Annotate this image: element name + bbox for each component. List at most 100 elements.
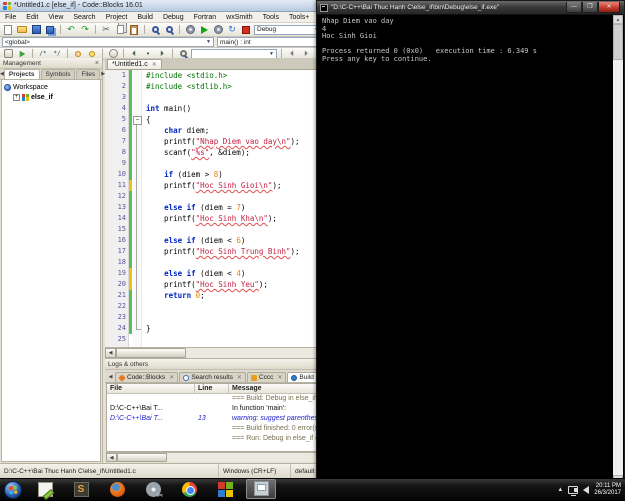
abort-button[interactable]	[240, 24, 252, 36]
column-header-line[interactable]: Line	[195, 384, 229, 393]
line-number: 6	[105, 125, 129, 136]
chevron-down-icon: ▼	[204, 39, 211, 45]
code-text: else if (diem < 4)	[142, 268, 245, 279]
close-icon[interactable]: ×	[95, 60, 99, 67]
menu-search[interactable]: Search	[68, 12, 100, 22]
taskbar-app-photo-viewer[interactable]	[246, 479, 276, 499]
editor-tab-label: *Untitled1.c	[112, 61, 148, 68]
menu-build[interactable]: Build	[132, 12, 158, 22]
console-scrollbar[interactable]: ▲ ▼	[613, 15, 623, 484]
fold-margin	[132, 334, 142, 345]
replace-button[interactable]	[163, 24, 175, 36]
fold-margin	[132, 103, 142, 114]
close-icon[interactable]: ✕	[277, 374, 282, 381]
menu-tools[interactable]: Tools+	[284, 12, 314, 22]
scroll-left-icon[interactable]: ◀	[106, 453, 117, 462]
windows-logo-icon	[9, 485, 18, 494]
fold-margin	[132, 301, 142, 312]
log-cell-file: D:\C-C++\Bai T...	[107, 404, 195, 414]
scrollbar-thumb[interactable]	[116, 348, 186, 358]
line-number: 17	[105, 246, 129, 257]
log-tab-search-results[interactable]: Search results✕	[179, 372, 246, 382]
management-caption[interactable]: Management ×	[0, 58, 102, 69]
taskbar-app-firefox[interactable]	[102, 479, 132, 501]
taskbar-apps: S	[30, 479, 276, 501]
scroll-up-icon[interactable]: ▲	[613, 15, 623, 24]
taskbar-app-chrome[interactable]	[174, 479, 204, 501]
editor-tab-untitled1[interactable]: *Untitled1.c ✕	[107, 59, 162, 69]
scope-combobox[interactable]: <global> ▼	[2, 37, 214, 47]
tree-item-else-if[interactable]: +else_if	[3, 92, 99, 102]
log-tab-cccc[interactable]: Cccc✕	[247, 372, 286, 382]
scroll-left-icon[interactable]: ◀	[105, 348, 116, 358]
sublime-icon: S	[74, 482, 89, 497]
redo-button[interactable]: ↷	[79, 24, 91, 36]
start-button[interactable]	[4, 481, 22, 499]
tabs-scroll-left-icon[interactable]: ◀	[107, 374, 114, 380]
fold-margin	[132, 136, 142, 147]
taskbar-app-codeblocks[interactable]	[210, 479, 240, 501]
log-tab-code-blocks[interactable]: Code::Blocks✕	[115, 372, 178, 382]
system-tray: ▲ 20:11 PM 26/3/2017	[557, 479, 625, 500]
menu-debug[interactable]: Debug	[158, 12, 189, 22]
build-button[interactable]	[184, 24, 196, 36]
paste-button[interactable]	[128, 24, 140, 36]
log-cell-line	[195, 404, 229, 414]
close-icon[interactable]: ✕	[237, 374, 242, 381]
tree-item-workspace[interactable]: Workspace	[3, 82, 99, 92]
management-tab-projects[interactable]: Projects	[4, 69, 40, 79]
menu-project[interactable]: Project	[101, 12, 133, 22]
build-target-combobox[interactable]: Debug ▼	[254, 25, 322, 35]
scrollbar-thumb[interactable]	[117, 453, 167, 462]
minimize-button[interactable]: —	[566, 2, 582, 13]
copy-button[interactable]	[114, 24, 126, 36]
build-and-run-button[interactable]	[212, 24, 224, 36]
taskbar-app-notepad[interactable]	[30, 479, 60, 501]
fold-margin	[132, 213, 142, 224]
log-cell-file: D:\C-C++\Bai T...	[107, 414, 195, 424]
close-icon[interactable]: ✕	[169, 374, 174, 381]
code-text: char diem;	[142, 125, 209, 136]
close-icon[interactable]: ✕	[152, 61, 157, 68]
save-all-button[interactable]	[44, 24, 56, 36]
fold-margin	[132, 81, 142, 92]
console-line: Press any key to continue.	[322, 56, 613, 64]
rebuild-button[interactable]: ↻	[226, 24, 238, 36]
incremental-search-input[interactable]: ▼	[191, 49, 277, 59]
tray-expand-icon[interactable]: ▲	[557, 487, 563, 493]
code-text: {	[142, 114, 151, 125]
undo-button[interactable]: ↶	[65, 24, 77, 36]
taskbar-app-media-tool[interactable]	[138, 479, 168, 501]
console-title-bar[interactable]: "D:\C-C++\Bai Thuc Hanh C\else_if\bin\De…	[317, 1, 624, 15]
cut-button[interactable]: ✂	[100, 24, 112, 36]
menu-file[interactable]: File	[0, 12, 21, 22]
expander-icon[interactable]: +	[13, 94, 20, 101]
speaker-icon[interactable]	[583, 486, 589, 494]
tray-clock[interactable]: 20:11 PM 26/3/2017	[594, 483, 621, 497]
fold-margin	[132, 246, 142, 257]
open-file-button[interactable]	[16, 24, 28, 36]
line-number: 16	[105, 235, 129, 246]
maximize-button[interactable]: ❐	[582, 2, 598, 13]
run-button[interactable]	[198, 24, 210, 36]
taskbar-app-sublime[interactable]: S	[66, 479, 96, 501]
menu-wxsmith[interactable]: wxSmith	[221, 12, 257, 22]
code-text: int main()	[142, 103, 191, 114]
scrollbar-thumb[interactable]	[613, 24, 623, 60]
new-file-button[interactable]	[2, 24, 14, 36]
save-button[interactable]	[30, 24, 42, 36]
fold-margin	[132, 125, 142, 136]
menu-tools[interactable]: Tools	[258, 12, 284, 22]
management-tab-files[interactable]: Files	[76, 69, 100, 79]
close-button[interactable]: ✕	[598, 2, 620, 13]
console-output[interactable]: Nhap Diem vao day4Hoc Sinh Gioi Process …	[318, 15, 613, 484]
code-text	[142, 257, 146, 268]
fold-toggle-icon[interactable]	[132, 114, 142, 125]
column-header-file[interactable]: File	[107, 384, 195, 393]
management-tab-symbols[interactable]: Symbols	[41, 69, 76, 79]
cb-log-icon	[118, 374, 125, 381]
menu-view[interactable]: View	[43, 12, 68, 22]
find-button[interactable]	[149, 24, 161, 36]
menu-fortran[interactable]: Fortran	[189, 12, 222, 22]
menu-edit[interactable]: Edit	[21, 12, 43, 22]
